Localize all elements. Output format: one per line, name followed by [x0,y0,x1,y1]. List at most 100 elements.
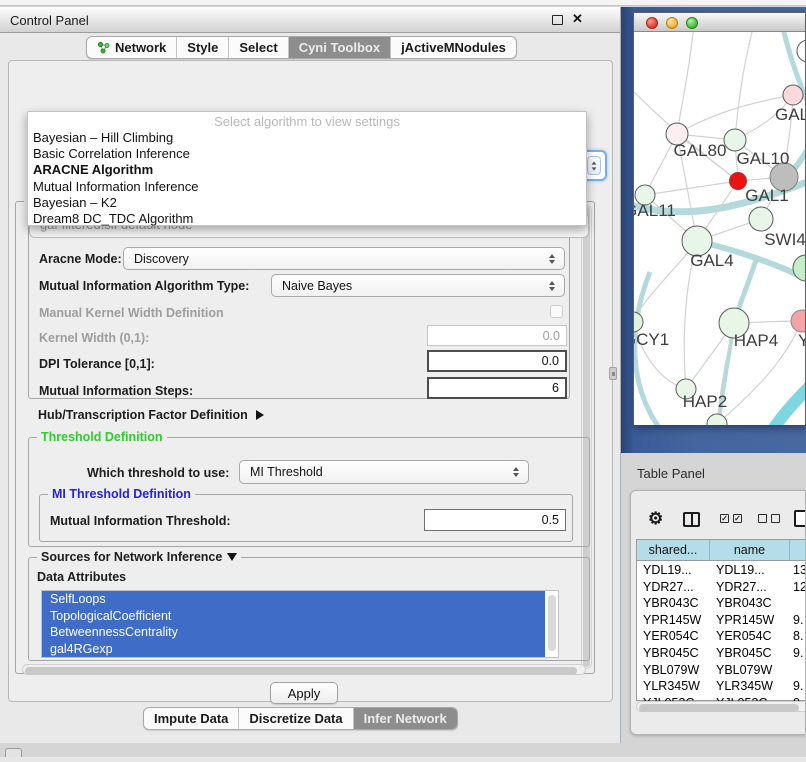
cell-shared-name: YDR27... [643,579,694,596]
attribute-item[interactable]: BetweennessCentrality [42,624,545,641]
node-label-partial: Y [798,331,805,350]
node-label-gal10: GAL10 [737,149,790,168]
cell-name: YLR345W [716,678,773,695]
columns-icon[interactable] [683,512,700,527]
algorithm-option-aracne[interactable]: ARACNE Algorithm [28,162,586,178]
unchecked-box-icon[interactable] [758,514,767,523]
algorithm-option[interactable]: Bayesian – Hill Climbing [28,130,586,146]
table-row[interactable]: YDL19... YDL19... 13 [637,562,806,579]
checked-box-icon[interactable]: ✓ [733,514,742,523]
unchecked-box-icon[interactable] [771,514,780,523]
dpi-tolerance-field[interactable]: 0.0 [427,350,567,372]
tab-cyni-toolbox[interactable]: Cyni Toolbox [289,37,391,58]
table-row[interactable]: YER054C YER054C 8. [637,628,806,645]
network-canvas[interactable]: GAL GAL80 GAL10 GAL1 GAL11 SWI4 GAL4 GCY… [634,32,805,425]
mi-steps-value: 6 [552,381,559,395]
list-vertical-scrollbar[interactable] [548,595,556,651]
tab-impute-data[interactable]: Impute Data [144,708,239,729]
table-row[interactable]: YBR045C YBR045C 9. [637,645,806,662]
algorithm-option[interactable]: Bayesian – K2 [28,195,586,211]
which-threshold-combo[interactable]: MI Threshold [239,460,529,484]
node-label-hap2: HAP2 [683,392,727,411]
table-row[interactable]: YDR27... YDR27... 12 [637,579,806,596]
mi-threshold-title: MI Threshold Definition [48,487,195,501]
mi-steps-field[interactable]: 6 [427,377,567,399]
table-row[interactable]: YPR145W YPR145W 9. [637,612,806,629]
column-header-partial[interactable] [790,540,806,561]
control-panel-title: Control Panel [10,13,89,28]
tab-style[interactable]: Style [177,37,229,58]
cell-shared-name: YDL19... [643,562,692,579]
network-node-gal10[interactable] [724,129,746,151]
kernel-width-field[interactable]: 0.0 [427,325,567,346]
mi-type-combo[interactable]: Naive Bayes [271,274,565,297]
network-node-gcy1[interactable] [634,312,643,332]
attribute-item[interactable]: gal4RGexp [42,641,545,658]
zoom-traffic-light-icon[interactable] [686,17,698,29]
tab-discretize-data[interactable]: Discretize Data [239,708,353,729]
manual-kernel-label: Manual Kernel Width Definition [39,306,224,320]
node-label-gal1: GAL1 [745,186,788,205]
apply-button-label: Apply [288,686,321,701]
network-node-gal1-red[interactable] [730,173,747,190]
float-window-icon[interactable] [552,15,563,25]
mi-threshold-field[interactable]: 0.5 [424,509,566,531]
algorithm-option[interactable]: Basic Correlation Inference [28,146,586,162]
tab-network[interactable]: Network [87,37,177,58]
cyni-toolbox-panel: gal-filtered.sif default node Select alg… [8,60,613,702]
algorithm-dropdown-popup: Select algorithm to view settings Bayesi… [27,111,587,226]
close-traffic-light-icon[interactable] [646,17,658,29]
tab-jactivemnodules[interactable]: jActiveMNodules [391,37,516,58]
table-horizontal-scrollbar[interactable] [636,701,806,712]
algorithm-option[interactable]: Mutual Information Inference [28,179,586,195]
network-node[interactable] [783,85,803,105]
close-icon[interactable]: ✕ [572,11,583,27]
tab-infer-network[interactable]: Infer Network [354,708,457,729]
cell-name: YER054C [716,628,772,645]
attribute-item[interactable]: SelfLoops [42,591,545,608]
table-row[interactable]: YBL079W YBL079W [637,662,806,679]
node-label-gal80: GAL80 [674,141,727,160]
network-window-titlebar [634,13,805,32]
table-panel-window: ⚙ ✓ ✓ shared... name YDL19... YDL19... 1… [630,490,806,735]
aracne-mode-combo[interactable]: Discovery [123,247,565,270]
apply-button[interactable]: Apply [270,682,338,704]
network-node[interactable] [797,40,805,62]
tab-select[interactable]: Select [229,37,288,58]
document-icon[interactable] [794,510,806,527]
data-attributes-label: Data Attributes [37,570,126,584]
table-row[interactable]: YLR345W YLR345W 9. [637,678,806,695]
algorithm-option[interactable]: Dream8 DC_TDC Algorithm [28,211,586,227]
node-label-gcy1: GCY1 [634,330,669,349]
sources-toggle[interactable]: Sources for Network Inference [37,550,241,564]
cell-name: YPR145W [716,612,774,629]
column-header-shared[interactable]: shared... [637,540,710,561]
tab-cyni-toolbox-label: Cyni Toolbox [299,40,380,55]
attribute-item[interactable]: TopologicalCoefficient [42,608,545,625]
collapse-down-icon [227,553,237,561]
network-node[interactable] [793,255,805,281]
minimize-traffic-light-icon[interactable] [666,17,678,29]
tab-network-label: Network [115,40,166,55]
table-row[interactable]: YBR043C YBR043C [637,595,806,612]
hub-definition-toggle[interactable]: Hub/Transcription Factor Definition [38,408,264,422]
network-node[interactable] [749,207,773,231]
gear-icon[interactable]: ⚙ [648,509,663,529]
manual-kernel-checkbox[interactable] [550,305,563,318]
column-header-name[interactable]: name [710,540,790,561]
splitter-grip[interactable] [609,367,617,380]
combo-arrows-icon [549,281,564,291]
mi-threshold-value: 0.5 [542,513,559,527]
aracne-mode-value: Discovery [134,252,189,266]
settings-horizontal-scrollbar[interactable] [22,664,586,675]
checked-box-icon[interactable]: ✓ [720,514,729,523]
data-attributes-list: SelfLoops TopologicalCoefficient Between… [41,590,559,658]
cell-name: YBL079W [716,662,772,679]
dpi-tolerance-value: 0.0 [542,354,559,368]
cell-value: 9. [793,678,803,695]
combo-arrows-icon [513,467,528,477]
network-node[interactable] [707,414,727,425]
network-node-pink[interactable] [791,310,805,332]
tab-jactivemnodules-label: jActiveMNodules [401,40,506,55]
cell-name: YBR045C [716,645,772,662]
